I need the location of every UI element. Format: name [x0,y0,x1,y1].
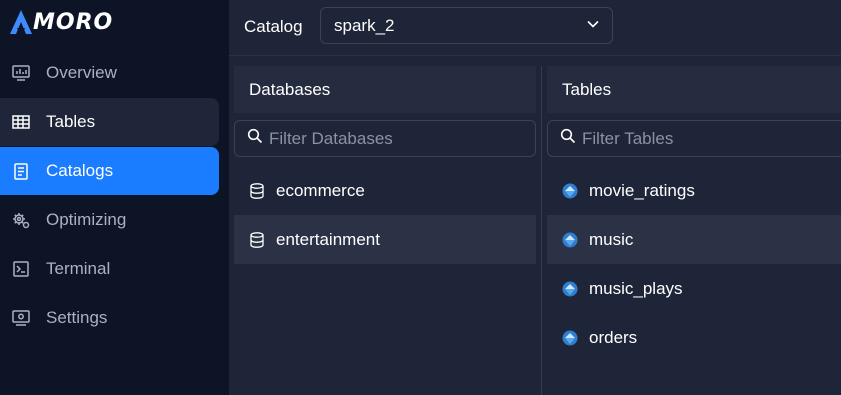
database-item-ecommerce[interactable]: ecommerce [234,166,536,215]
sidebar-item-label: Terminal [46,259,111,278]
table-item-label: orders [589,327,638,347]
sidebar-item-catalogs[interactable]: Catalogs [0,147,219,195]
terminal-icon [11,259,31,279]
databases-list: ecommerce entertainment [234,166,536,264]
table-item-label: movie_ratings [589,180,695,200]
table-icon [11,112,31,132]
catalog-select[interactable]: spark_2 [320,7,613,44]
sidebar-item-label: Overview [46,63,117,82]
sidebar-item-overview[interactable]: Overview [0,49,219,97]
sidebar-item-terminal[interactable]: Terminal [0,245,219,293]
table-item-movie-ratings[interactable]: movie_ratings [547,166,841,215]
database-icon [249,231,265,248]
catalog-select-value: spark_2 [334,15,395,35]
app-logo[interactable]: MORO [9,8,113,36]
database-icon [249,182,265,199]
sidebar: MORO Overview Tables Catalogs Optimizing… [0,0,229,395]
table-item-label: music_plays [589,278,683,298]
catalog-label: Catalog [244,17,303,36]
database-item-label: entertainment [276,229,380,249]
database-item-entertainment[interactable]: entertainment [234,215,536,264]
filter-databases-input[interactable] [269,128,509,149]
sidebar-item-label: Settings [46,308,108,327]
tables-panel: Tables movie_ratings [547,66,841,395]
sidebar-item-tables[interactable]: Tables [0,98,219,146]
filter-tables-field[interactable] [547,120,841,157]
top-bar: Catalog spark_2 [229,0,841,56]
iceberg-table-icon [562,281,578,297]
databases-header: Databases [234,66,536,113]
sidebar-item-settings[interactable]: Settings [0,294,219,342]
sidebar-item-optimizing[interactable]: Optimizing [0,196,219,244]
catalog-icon [11,161,31,181]
iceberg-table-icon [562,232,578,248]
iceberg-table-icon [562,183,578,199]
iceberg-table-icon [562,330,578,346]
table-item-label: music [589,229,634,249]
settings-icon [11,308,31,328]
database-item-label: ecommerce [276,180,365,200]
optimizing-icon [11,210,31,230]
search-icon [247,128,263,149]
table-item-music-plays[interactable]: music_plays [547,264,841,313]
filter-tables-input[interactable] [582,128,822,149]
sidebar-item-label: Optimizing [46,210,127,229]
databases-panel: Databases ecommerce [234,66,536,395]
sidebar-item-label: Tables [46,112,96,131]
chevron-down-icon [586,17,600,36]
tables-header: Tables [547,66,841,113]
filter-databases-field[interactable] [234,120,536,157]
overview-icon [11,63,31,83]
table-item-music[interactable]: music [547,215,841,264]
search-icon [560,128,576,149]
table-item-orders[interactable]: orders [547,313,841,362]
sidebar-item-label: Catalogs [46,161,114,180]
tables-list: movie_ratings music music_plays orders [547,166,841,362]
panel-divider[interactable] [541,66,542,395]
logo-text: MORO [33,9,114,35]
logo-a-icon [10,10,32,34]
